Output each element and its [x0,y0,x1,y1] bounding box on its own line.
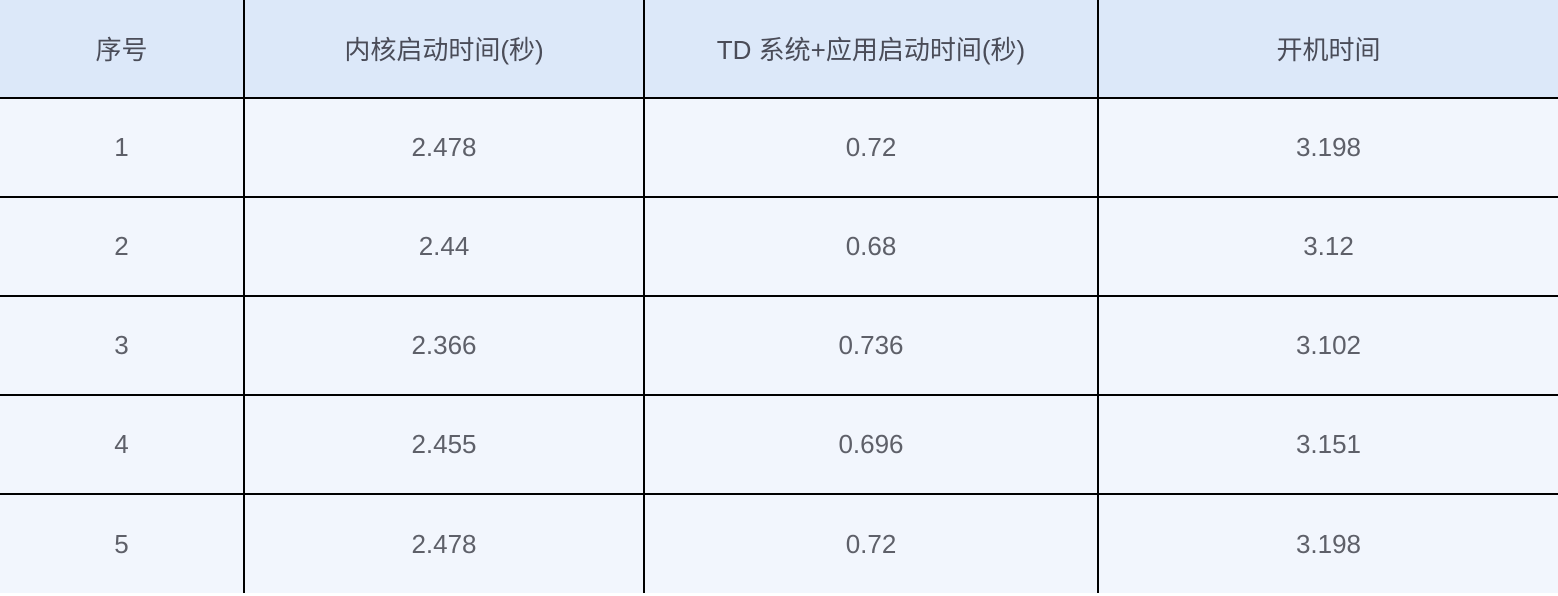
table-header-row: 序号 内核启动时间(秒) TD 系统+应用启动时间(秒) 开机时间 [0,0,1558,98]
cell-td-system-boot: 0.736 [644,296,1098,395]
cell-td-system-boot: 0.68 [644,197,1098,296]
boot-time-table: 序号 内核启动时间(秒) TD 系统+应用启动时间(秒) 开机时间 1 2.47… [0,0,1558,593]
cell-index: 3 [0,296,244,395]
cell-kernel-boot: 2.366 [244,296,644,395]
cell-power-on-time: 3.102 [1098,296,1558,395]
table-row: 5 2.478 0.72 3.198 [0,494,1558,593]
table-row: 3 2.366 0.736 3.102 [0,296,1558,395]
cell-td-system-boot: 0.72 [644,98,1098,197]
table-row: 2 2.44 0.68 3.12 [0,197,1558,296]
cell-power-on-time: 3.198 [1098,494,1558,593]
cell-index: 1 [0,98,244,197]
cell-index: 4 [0,395,244,494]
cell-power-on-time: 3.12 [1098,197,1558,296]
table-row: 1 2.478 0.72 3.198 [0,98,1558,197]
header-kernel-boot: 内核启动时间(秒) [244,0,644,98]
cell-td-system-boot: 0.696 [644,395,1098,494]
cell-index: 2 [0,197,244,296]
cell-td-system-boot: 0.72 [644,494,1098,593]
header-index: 序号 [0,0,244,98]
header-power-on-time: 开机时间 [1098,0,1558,98]
cell-kernel-boot: 2.455 [244,395,644,494]
header-td-system-boot: TD 系统+应用启动时间(秒) [644,0,1098,98]
cell-index: 5 [0,494,244,593]
cell-power-on-time: 3.151 [1098,395,1558,494]
cell-kernel-boot: 2.478 [244,98,644,197]
cell-kernel-boot: 2.478 [244,494,644,593]
cell-power-on-time: 3.198 [1098,98,1558,197]
table-row: 4 2.455 0.696 3.151 [0,395,1558,494]
cell-kernel-boot: 2.44 [244,197,644,296]
